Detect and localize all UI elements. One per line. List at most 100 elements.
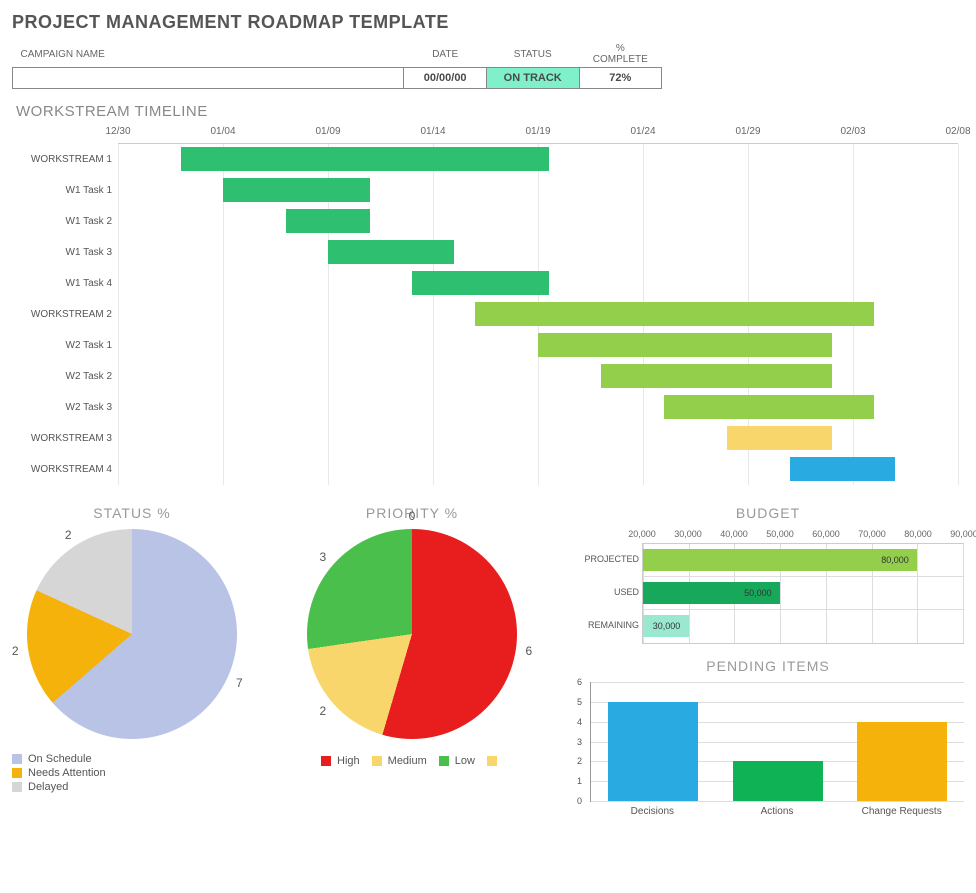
gantt-row-label: WORKSTREAM 3 xyxy=(18,433,118,444)
gantt-row-label: W2 Task 1 xyxy=(18,340,118,351)
budget-row: PROJECTED80,000 xyxy=(643,544,963,577)
legend-item: On Schedule xyxy=(12,753,252,765)
budget-tick: 70,000 xyxy=(858,529,886,539)
gantt-bar xyxy=(727,426,832,450)
pending-ytick: 0 xyxy=(577,796,582,806)
gantt-bar xyxy=(412,271,549,295)
gantt-row-label: W1 Task 1 xyxy=(18,185,118,196)
pending-ytick: 3 xyxy=(577,737,582,747)
date-value[interactable]: 00/00/00 xyxy=(404,68,486,89)
gantt-bar xyxy=(601,364,832,388)
gantt-row: W2 Task 2 xyxy=(18,361,958,392)
pending-bar xyxy=(857,722,947,801)
pending-bar-label: Decisions xyxy=(590,802,715,817)
gantt-tick: 01/29 xyxy=(735,126,760,137)
budget-row-label: REMAINING xyxy=(573,620,639,630)
budget-bar xyxy=(643,549,917,571)
gantt-bar xyxy=(664,395,874,419)
status-value[interactable]: ON TRACK xyxy=(486,68,579,89)
status-pie-card: STATUS % 722 On ScheduleNeeds AttentionD… xyxy=(12,505,252,817)
pending-bar xyxy=(608,702,698,801)
budget-tick: 60,000 xyxy=(812,529,840,539)
status-legend: On Schedule Needs Attention Delayed xyxy=(12,753,252,793)
legend-item xyxy=(487,755,503,767)
legend-swatch xyxy=(321,756,331,766)
gantt-tick: 01/24 xyxy=(630,126,655,137)
campaign-value[interactable] xyxy=(13,68,404,89)
legend-item: Delayed xyxy=(12,781,252,793)
gantt-row: WORKSTREAM 4 xyxy=(18,454,958,485)
budget-tick: 90,000 xyxy=(950,529,976,539)
date-label: DATE xyxy=(404,39,486,68)
pie-value-label: 2 xyxy=(319,704,326,718)
pie-value-label: 2 xyxy=(65,528,72,542)
budget-chart: PROJECTED80,000USED50,000REMAINING30,000 xyxy=(642,543,964,644)
gantt-tick: 12/30 xyxy=(105,126,130,137)
pie-value-label: 6 xyxy=(525,644,532,658)
legend-swatch xyxy=(372,756,382,766)
gantt-row-label: W2 Task 3 xyxy=(18,402,118,413)
pie-value-label: 3 xyxy=(319,550,326,564)
budget-row: REMAINING30,000 xyxy=(643,610,963,643)
legend-item: High xyxy=(321,755,360,767)
gantt-row: W1 Task 2 xyxy=(18,206,958,237)
legend-swatch xyxy=(12,754,22,764)
gantt-row: W1 Task 3 xyxy=(18,237,958,268)
legend-label: Low xyxy=(455,755,475,767)
complete-label: % COMPLETE xyxy=(579,39,661,68)
legend-swatch xyxy=(12,782,22,792)
budget-tick: 30,000 xyxy=(674,529,702,539)
legend-label: On Schedule xyxy=(28,753,92,765)
header-table: CAMPAIGN NAME DATE STATUS % COMPLETE 00/… xyxy=(12,39,662,89)
pending-chart: 0123456 xyxy=(590,682,964,802)
gantt-row: W2 Task 1 xyxy=(18,330,958,361)
pending-title: PENDING ITEMS xyxy=(572,658,964,674)
pending-bar xyxy=(733,761,823,801)
complete-value[interactable]: 72% xyxy=(579,68,661,89)
status-label: STATUS xyxy=(486,39,579,68)
budget-tick: 80,000 xyxy=(904,529,932,539)
gantt-row: WORKSTREAM 2 xyxy=(18,299,958,330)
legend-item: Low xyxy=(439,755,475,767)
pie-value-label: 7 xyxy=(236,676,243,690)
legend-label: Needs Attention xyxy=(28,767,106,779)
gantt-bar xyxy=(181,147,549,171)
gantt-tick: 01/19 xyxy=(525,126,550,137)
status-pie xyxy=(27,529,237,739)
pending-ytick: 1 xyxy=(577,776,582,786)
legend-label: High xyxy=(337,755,360,767)
gantt-bar xyxy=(475,302,874,326)
gantt-row: WORKSTREAM 3 xyxy=(18,423,958,454)
budget-bar-value: 30,000 xyxy=(653,621,681,631)
gantt-row: WORKSTREAM 1 xyxy=(18,144,958,175)
status-pie-title: STATUS % xyxy=(12,505,252,521)
legend-swatch xyxy=(439,756,449,766)
legend-label: Delayed xyxy=(28,781,68,793)
gantt-chart: 12/3001/0401/0901/1401/1901/2401/2902/03… xyxy=(18,126,958,485)
priority-pie xyxy=(307,529,517,739)
pending-ytick: 6 xyxy=(577,677,582,687)
gantt-bar xyxy=(790,457,895,481)
gantt-row: W1 Task 4 xyxy=(18,268,958,299)
budget-bar-value: 50,000 xyxy=(744,588,772,598)
gantt-row: W1 Task 1 xyxy=(18,175,958,206)
pie-value-label: 0 xyxy=(409,509,416,523)
gantt-row-label: WORKSTREAM 2 xyxy=(18,309,118,320)
gantt-bar xyxy=(286,209,370,233)
pending-bar-label: Actions xyxy=(715,802,840,817)
pending-ytick: 4 xyxy=(577,717,582,727)
gantt-tick: 01/14 xyxy=(420,126,445,137)
pending-ytick: 5 xyxy=(577,697,582,707)
priority-pie-card: PRIORITY % 6230 HighMediumLow xyxy=(282,505,542,817)
pending-ytick: 2 xyxy=(577,756,582,766)
gantt-bar xyxy=(538,333,832,357)
budget-tick: 50,000 xyxy=(766,529,794,539)
budget-row-label: PROJECTED xyxy=(573,554,639,564)
page-title: PROJECT MANAGEMENT ROADMAP TEMPLATE xyxy=(12,12,964,33)
gantt-row-label: WORKSTREAM 1 xyxy=(18,154,118,165)
legend-item: Needs Attention xyxy=(12,767,252,779)
legend-swatch xyxy=(12,768,22,778)
legend-swatch xyxy=(487,756,497,766)
gantt-tick: 01/09 xyxy=(315,126,340,137)
gantt-tick: 01/04 xyxy=(210,126,235,137)
